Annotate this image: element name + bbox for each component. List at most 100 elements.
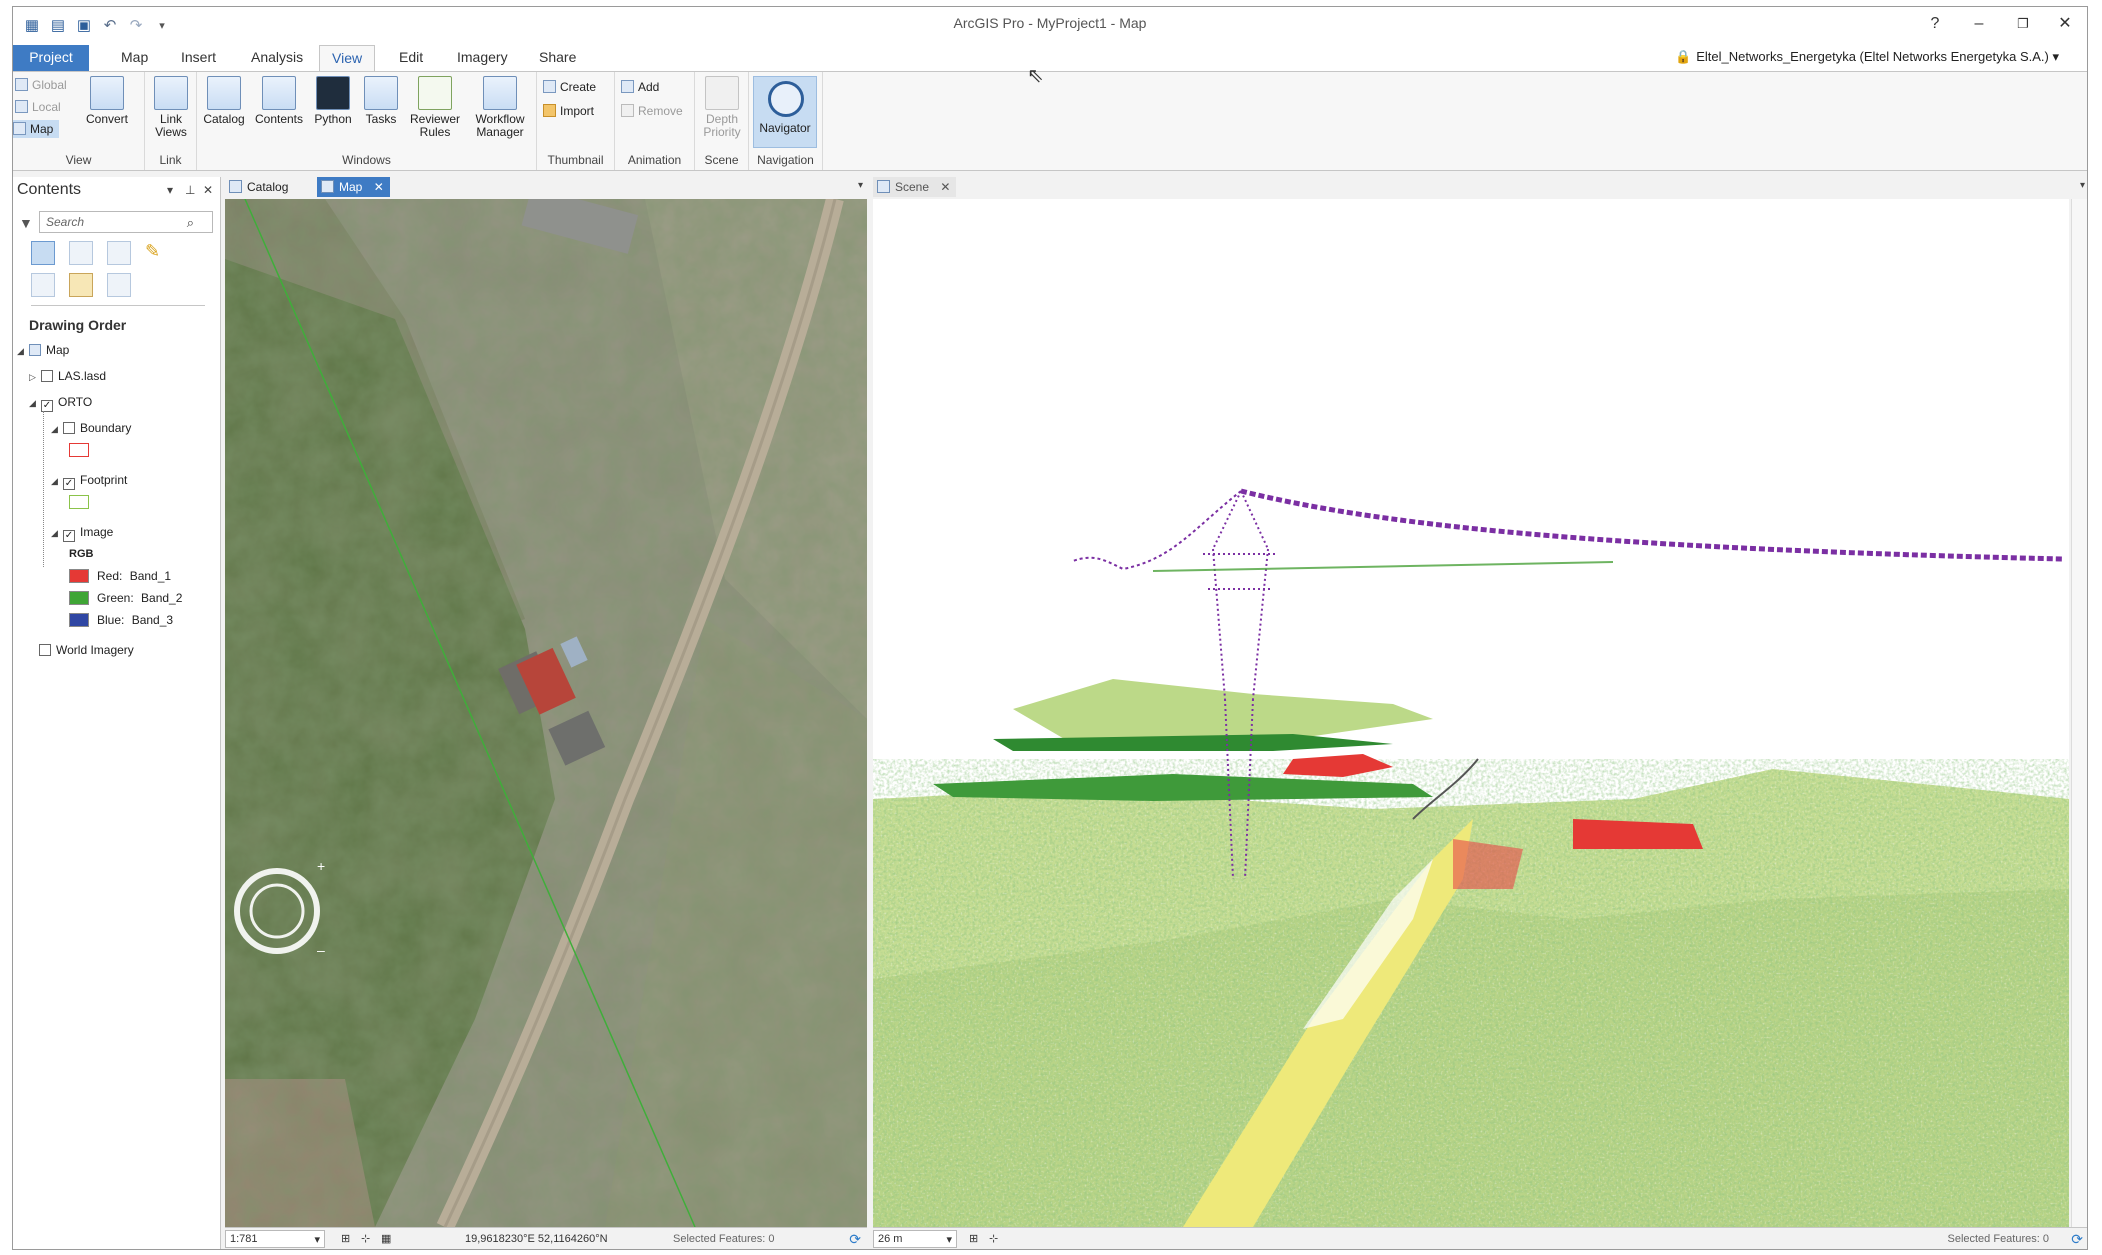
globe-icon [15, 78, 28, 91]
layer-boundary[interactable]: ◢ Boundary [51, 419, 131, 437]
blue-band-row[interactable]: Blue: Band_3 [69, 611, 173, 629]
tab-project[interactable]: Project [13, 45, 89, 71]
navigator-button[interactable]: Navigator [753, 76, 817, 148]
tab-map-view[interactable]: Map ✕ [317, 177, 390, 197]
ribbon: Global Local Map Convert View Link Views … [13, 71, 2087, 171]
distance-selector[interactable]: 26 m ▾ [873, 1230, 957, 1248]
boundary-symbol[interactable] [69, 443, 89, 457]
user-account[interactable]: 🔒 Eltel_Networks_Energetyka (Eltel Networ… [1675, 49, 2059, 65]
list-by-snapping-icon[interactable] [31, 273, 55, 297]
fixed-zoom-icon[interactable]: ⊞ [341, 1232, 350, 1245]
fixed-zoom-icon[interactable]: ⊞ [969, 1232, 978, 1245]
list-by-drawing-order-icon[interactable] [31, 241, 55, 265]
create-icon [543, 80, 556, 93]
footprint-symbol[interactable] [69, 495, 89, 509]
add-animation-button[interactable]: Add [621, 78, 659, 96]
chevron-down-icon[interactable]: ▾ [314, 1233, 320, 1246]
pin-icon[interactable]: ⊥ [185, 183, 195, 197]
remove-animation-button[interactable]: Remove [621, 102, 683, 120]
collapse-icon[interactable]: ◢ [17, 342, 27, 360]
workflow-manager-button[interactable]: Workflow Manager [467, 76, 533, 139]
python-button[interactable]: Python [309, 76, 357, 126]
pane-menu-icon[interactable]: ▾ [167, 183, 173, 197]
pane-menu-icon[interactable]: ▾ [2080, 180, 2085, 191]
title-bar: ▦ ▤ ▣ ↶ ↷ ▾ ArcGIS Pro - MyProject1 - Ma… [13, 7, 2087, 43]
catalog-button[interactable]: Catalog [201, 76, 247, 126]
global-button[interactable]: Global [15, 76, 67, 94]
close-tab-icon[interactable]: ✕ [374, 180, 384, 194]
layer-las[interactable]: ▷ LAS.lasd [29, 367, 106, 385]
layer-map[interactable]: ◢ Map [17, 341, 69, 359]
pane-menu-icon[interactable]: ▾ [858, 180, 863, 191]
footprint-checkbox[interactable]: ✓ [63, 478, 75, 490]
windows-group: Catalog Contents Python Tasks Reviewer Ru… [197, 72, 537, 170]
contents-button[interactable]: Contents [251, 76, 307, 126]
las-checkbox[interactable] [41, 370, 53, 382]
tab-edit[interactable]: Edit [387, 45, 435, 71]
world-imagery-checkbox[interactable] [39, 644, 51, 656]
tab-view[interactable]: View [319, 45, 376, 71]
scene-canvas[interactable] [873, 199, 2069, 1227]
link-views-icon [154, 76, 188, 110]
tab-insert[interactable]: Insert [169, 45, 228, 71]
layer-footprint[interactable]: ◢ ✓ Footprint [51, 471, 127, 490]
ribbon-tab-bar: Project Map Insert Analysis View Edit Im… [13, 43, 2087, 71]
tab-imagery[interactable]: Imagery [445, 45, 520, 71]
snapping-icon[interactable]: ⊹ [361, 1232, 370, 1245]
chevron-down-icon[interactable]: ▾ [946, 1233, 952, 1246]
list-by-labeling-icon[interactable] [69, 273, 93, 297]
expand-icon[interactable]: ▷ [29, 368, 39, 386]
layer-world-imagery[interactable]: World Imagery [39, 641, 134, 659]
close-button[interactable]: ✕ [2045, 11, 2085, 37]
image-checkbox[interactable]: ✓ [63, 530, 75, 542]
tasks-button[interactable]: Tasks [359, 76, 403, 126]
layer-orto[interactable]: ◢ ✓ ORTO [29, 393, 92, 412]
red-band-row[interactable]: Red: Band_1 [69, 567, 171, 585]
reviewer-rules-button[interactable]: Reviewer Rules [405, 76, 465, 139]
contents-icon [262, 76, 296, 110]
selected-features: Selected Features: 0 [673, 1233, 775, 1245]
local-button[interactable]: Local [15, 98, 61, 116]
maximize-button[interactable]: ❐ [2003, 11, 2043, 37]
green-swatch [69, 591, 89, 605]
list-by-charts-icon[interactable] [107, 273, 131, 297]
search-icon[interactable]: ⌕ [187, 215, 194, 231]
grid-icon[interactable]: ▦ [381, 1232, 391, 1245]
tab-catalog[interactable]: Catalog [225, 177, 294, 197]
create-thumbnail-button[interactable]: Create [543, 78, 596, 96]
green-band-row[interactable]: Green: Band_2 [69, 589, 182, 607]
depth-priority-button[interactable]: Depth Priority [699, 76, 745, 139]
list-by-editing-icon[interactable]: ✎ [145, 241, 169, 265]
layer-image[interactable]: ◢ ✓ Image [51, 523, 113, 542]
search-input[interactable]: Search ⌕ [39, 211, 213, 233]
collapse-icon[interactable]: ◢ [51, 472, 61, 490]
filter-icon[interactable]: ▼ [19, 215, 33, 231]
minimize-button[interactable]: – [1959, 11, 1999, 37]
collapse-icon[interactable]: ◢ [29, 394, 39, 412]
snapping-icon[interactable]: ⊹ [989, 1232, 998, 1245]
collapse-icon[interactable]: ◢ [51, 524, 61, 542]
help-button[interactable]: ? [1915, 11, 1955, 37]
boundary-checkbox[interactable] [63, 422, 75, 434]
collapse-icon[interactable]: ◢ [51, 420, 61, 438]
lidar-point-cloud [873, 199, 2069, 1227]
link-views-button[interactable]: Link Views [149, 76, 193, 139]
convert-button[interactable]: Convert [77, 76, 137, 126]
import-thumbnail-button[interactable]: Import [543, 102, 594, 120]
map-view-button[interactable]: Map [13, 120, 60, 138]
tab-scene[interactable]: Scene ✕ [873, 177, 957, 197]
close-tab-icon[interactable]: ✕ [940, 180, 950, 194]
refresh-icon[interactable]: ⟳ [2071, 1231, 2083, 1248]
tab-analysis[interactable]: Analysis [239, 45, 315, 71]
list-by-data-source-icon[interactable] [69, 241, 93, 265]
tab-map[interactable]: Map [109, 45, 160, 71]
refresh-icon[interactable]: ⟳ [849, 1231, 861, 1248]
list-by-selection-icon[interactable] [107, 241, 131, 265]
scale-selector[interactable]: 1:781 ▾ [225, 1230, 325, 1248]
close-icon[interactable]: ✕ [203, 183, 213, 197]
map-canvas[interactable]: + – [225, 199, 867, 1227]
tab-share[interactable]: Share [527, 45, 588, 71]
catalog-icon [229, 180, 242, 193]
scene-group: Depth Priority Scene [695, 72, 749, 170]
vertical-scrollbar[interactable] [2071, 199, 2087, 1227]
